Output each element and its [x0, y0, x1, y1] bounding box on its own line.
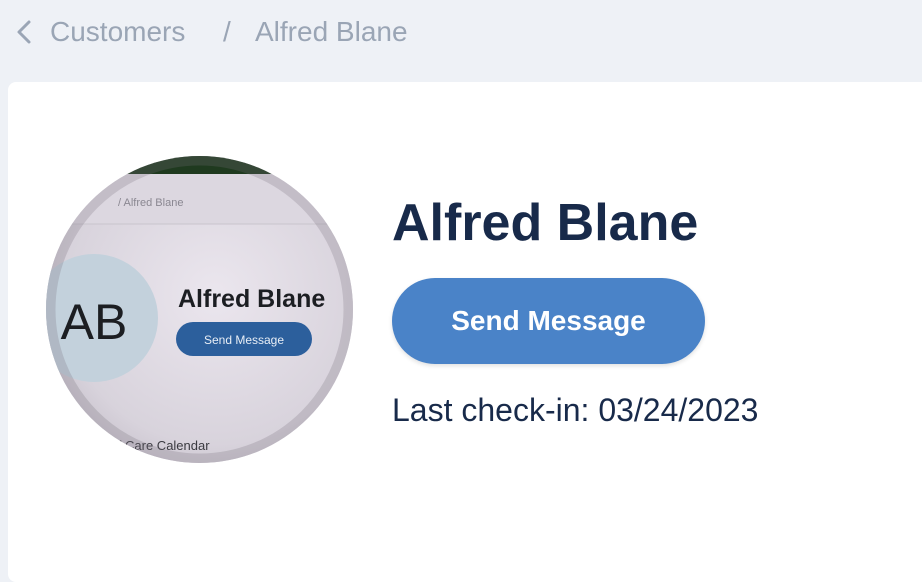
breadcrumb-bar: Customers / Alfred Blane — [0, 0, 922, 66]
photo-button-label: Send Message — [204, 333, 284, 347]
avatar-photo: / Alfred Blane AB Alfred Blane Send Mess… — [46, 156, 353, 463]
customer-name: Alfred Blane — [392, 194, 699, 252]
breadcrumb-separator: / — [223, 16, 231, 47]
avatar: / Alfred Blane AB Alfred Blane Send Mess… — [46, 156, 353, 463]
breadcrumb-current: Alfred Blane — [255, 16, 408, 47]
breadcrumb-link-customers[interactable]: Customers — [50, 14, 185, 50]
photo-initials: AB — [61, 294, 128, 350]
send-message-button[interactable]: Send Message — [392, 278, 705, 364]
last-checkin-text: Last check-in: 03/24/2023 — [392, 392, 759, 428]
photo-name: Alfred Blane — [178, 285, 325, 313]
chevron-left-icon[interactable] — [14, 19, 34, 45]
photo-breadcrumb-text: / Alfred Blane — [118, 197, 183, 209]
